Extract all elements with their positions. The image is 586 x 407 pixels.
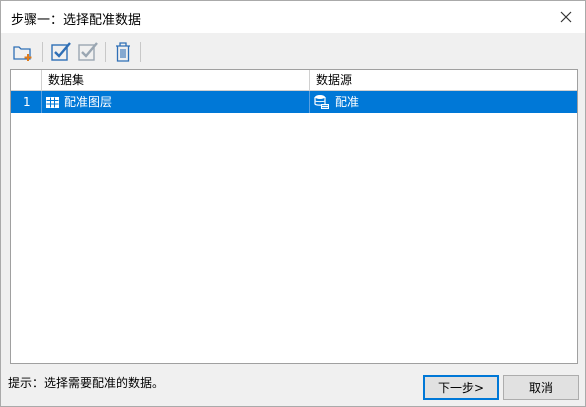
header-dataset[interactable]: 数据集 xyxy=(42,70,310,91)
next-step-button[interactable]: 下一步> xyxy=(423,375,499,400)
cancel-button[interactable]: 取消 xyxy=(503,375,579,400)
check-all-icon xyxy=(51,42,71,61)
datasource-cell[interactable]: 配准 xyxy=(310,91,577,113)
dataset-name: 配准图层 xyxy=(64,95,113,109)
check-icon xyxy=(78,42,98,61)
dataset-cell[interactable]: 配准图层 xyxy=(42,91,310,113)
hint-text: 提示：选择需要配准的数据。 xyxy=(8,376,165,390)
datasource-icon xyxy=(314,94,330,110)
header-datasource[interactable]: 数据源 xyxy=(310,70,577,91)
select-all-button[interactable] xyxy=(48,39,74,65)
close-button[interactable] xyxy=(553,5,579,29)
delete-button[interactable] xyxy=(110,39,136,65)
grid-header: 数据集 数据源 xyxy=(11,70,577,91)
table-row[interactable]: 1 配准图层 配准 xyxy=(11,91,577,113)
add-data-button[interactable] xyxy=(11,39,37,65)
dataset-grid[interactable]: 数据集 数据源 1 配准图层 配准 xyxy=(10,69,578,364)
toolbar-separator xyxy=(42,42,43,62)
row-index: 1 xyxy=(11,91,42,113)
title-bar: 步骤一：选择配准数据 xyxy=(1,1,585,33)
toolbar-separator xyxy=(140,42,141,62)
header-index xyxy=(11,70,42,91)
close-icon xyxy=(560,11,572,23)
toolbar-separator xyxy=(105,42,106,62)
add-folder-icon xyxy=(13,46,32,61)
select-inverse-button[interactable] xyxy=(75,39,101,65)
dialog-title: 步骤一：选择配准数据 xyxy=(11,13,142,28)
grid-layer-icon xyxy=(46,96,59,108)
toolbar xyxy=(9,37,579,67)
delete-icon xyxy=(116,42,130,62)
dialog-window: 步骤一：选择配准数据 数据集 数据源 1 配准图层 配准 提示：选择需要配准的数… xyxy=(0,0,586,407)
datasource-name: 配准 xyxy=(335,95,360,109)
